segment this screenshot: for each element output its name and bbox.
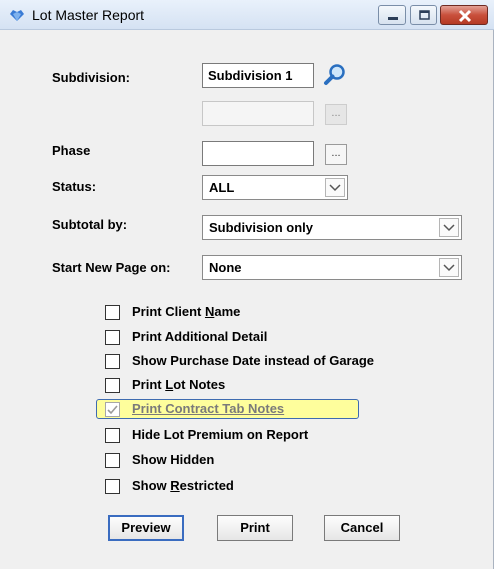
chevron-down-icon bbox=[443, 224, 455, 232]
chevron-down-icon bbox=[443, 264, 455, 272]
checkbox[interactable] bbox=[105, 354, 120, 369]
checkmark-icon bbox=[107, 405, 118, 415]
option-label: Print Lot Notes bbox=[132, 377, 226, 392]
option-label: Show Hidden bbox=[132, 452, 215, 467]
new-page-dropdown-button[interactable] bbox=[439, 258, 459, 277]
subdivision-browse-button: ... bbox=[325, 104, 347, 125]
checkbox[interactable] bbox=[105, 479, 120, 494]
search-icon[interactable] bbox=[323, 63, 347, 87]
option-label: Print Client Name bbox=[132, 304, 241, 319]
status-dropdown-button[interactable] bbox=[325, 178, 345, 197]
app-logo-icon bbox=[10, 10, 24, 21]
subtotal-select[interactable]: Subdivision only bbox=[202, 215, 462, 240]
maximize-icon bbox=[419, 10, 430, 20]
minimize-button[interactable] bbox=[378, 5, 406, 25]
option-label: Print Contract Tab Notes bbox=[132, 401, 285, 416]
preview-button[interactable]: Preview bbox=[108, 515, 184, 541]
phase-label: Phase bbox=[52, 143, 91, 158]
new-page-label: Start New Page on: bbox=[52, 260, 171, 275]
maximize-button[interactable] bbox=[410, 5, 437, 25]
option-label: Hide Lot Premium on Report bbox=[132, 427, 309, 442]
option-label: Show Purchase Date instead of Garage bbox=[132, 353, 375, 368]
phase-field[interactable] bbox=[202, 141, 314, 166]
minimize-icon bbox=[388, 17, 398, 20]
close-button[interactable] bbox=[440, 5, 488, 25]
subdivision-label: Subdivision: bbox=[52, 70, 130, 85]
new-page-value: None bbox=[209, 260, 242, 275]
subdivision-second-field bbox=[202, 101, 314, 126]
title-bar[interactable]: Lot Master Report bbox=[0, 0, 494, 30]
checkbox[interactable] bbox=[105, 402, 120, 417]
cancel-button[interactable]: Cancel bbox=[324, 515, 400, 541]
subtotal-value: Subdivision only bbox=[209, 220, 314, 235]
new-page-select[interactable]: None bbox=[202, 255, 462, 280]
status-select[interactable]: ALL bbox=[202, 175, 348, 200]
chevron-down-icon bbox=[329, 184, 341, 192]
checkbox[interactable] bbox=[105, 378, 120, 393]
checkbox[interactable] bbox=[105, 305, 120, 320]
option-label: Show Restricted bbox=[132, 478, 234, 493]
status-value: ALL bbox=[209, 180, 235, 195]
checkbox[interactable] bbox=[105, 330, 120, 345]
close-icon bbox=[458, 9, 472, 23]
phase-browse-button[interactable]: ... bbox=[325, 144, 347, 165]
print-button[interactable]: Print bbox=[217, 515, 293, 541]
subtotal-label: Subtotal by: bbox=[52, 217, 128, 232]
checkbox[interactable] bbox=[105, 453, 120, 468]
subtotal-dropdown-button[interactable] bbox=[439, 218, 459, 237]
status-label: Status: bbox=[52, 179, 97, 194]
option-label: Print Additional Detail bbox=[132, 329, 268, 344]
checkbox[interactable] bbox=[105, 428, 120, 443]
subdivision-field[interactable]: Subdivision 1 bbox=[202, 63, 314, 88]
lot-master-report-window: Lot Master Report Subdivision: Subdivisi… bbox=[0, 0, 494, 569]
window-title: Lot Master Report bbox=[32, 7, 145, 23]
